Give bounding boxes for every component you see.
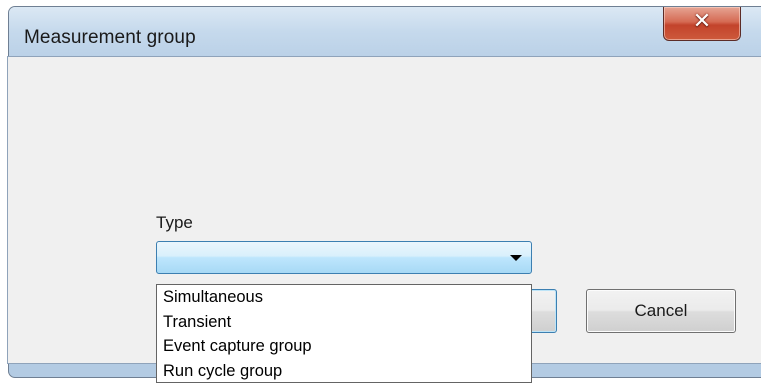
close-icon: ✕ (692, 9, 712, 34)
title-bar[interactable]: Measurement group ✕ (9, 7, 761, 63)
type-combobox[interactable] (156, 241, 532, 274)
close-button[interactable]: ✕ (663, 7, 741, 41)
dropdown-arrow-icon (510, 255, 522, 261)
dropdown-option-simultaneous[interactable]: Simultaneous (157, 285, 531, 310)
dropdown-option-run-cycle-group[interactable]: Run cycle group (157, 359, 531, 383)
dropdown-option-transient[interactable]: Transient (157, 310, 531, 335)
cancel-button[interactable]: Cancel (586, 289, 736, 333)
type-label: Type (156, 213, 193, 232)
dropdown-option-event-capture-group[interactable]: Event capture group (157, 334, 531, 359)
type-dropdown-list: Simultaneous Transient Event capture gro… (156, 284, 532, 383)
dialog-title: Measurement group (24, 27, 196, 48)
